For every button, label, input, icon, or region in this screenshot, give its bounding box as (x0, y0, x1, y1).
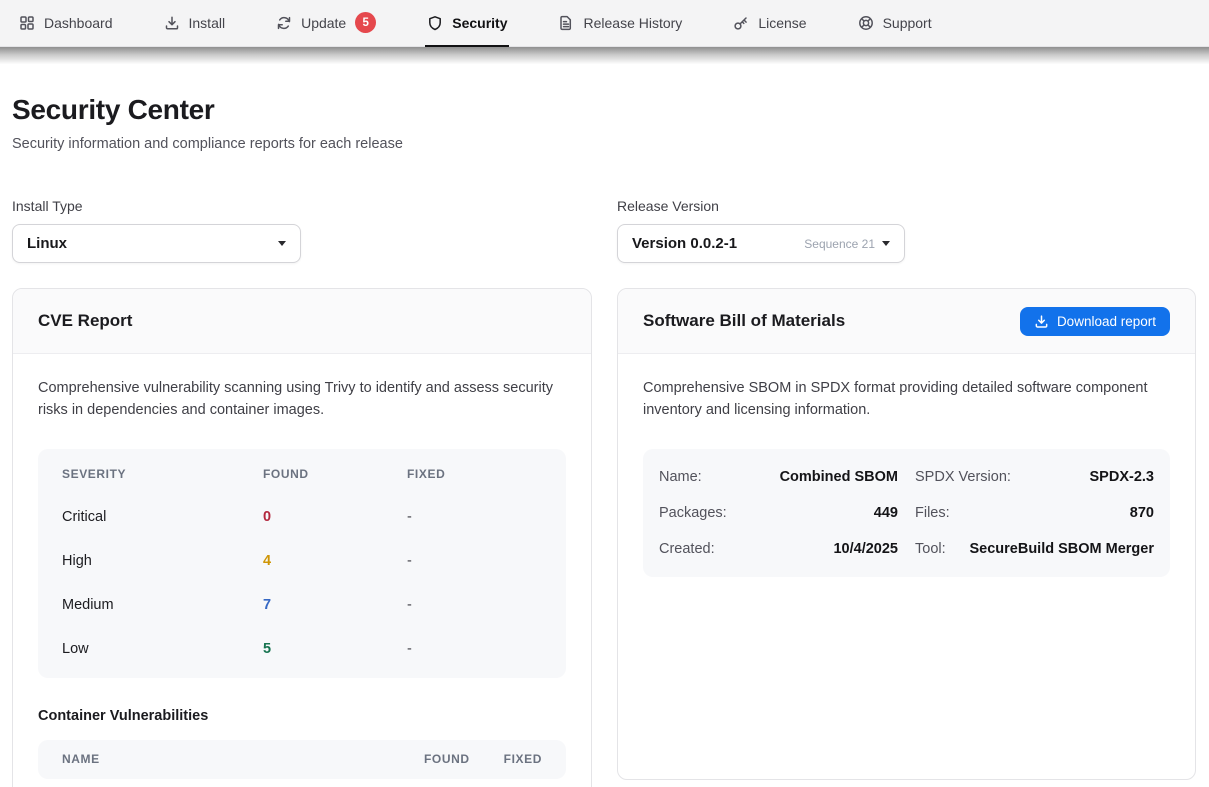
nav-tab-label: Release History (583, 15, 682, 31)
severity-found-value: 5 (263, 641, 407, 657)
sbom-info-packages: Packages: 449 (659, 495, 898, 531)
info-value: 10/4/2025 (833, 541, 898, 557)
container-vuln-table-header: NAME FOUND FIXED (38, 740, 566, 779)
release-sequence-label: Sequence 21 (804, 237, 875, 251)
chevron-down-icon (278, 241, 286, 246)
fixed-col-header: FIXED (504, 752, 542, 766)
severity-col-header: SEVERITY (62, 467, 263, 481)
severity-row-low: Low 5 - (62, 641, 542, 657)
nav-tab-update[interactable]: Update 5 (274, 0, 378, 47)
nav-tab-release-history[interactable]: Release History (556, 0, 684, 47)
severity-found-value: 7 (263, 597, 407, 613)
severity-fixed-value: - (407, 509, 542, 525)
info-label: SPDX Version: (915, 469, 1011, 485)
sbom-info-files: Files: 870 (915, 495, 1154, 531)
sbom-info-name: Name: Combined SBOM (659, 459, 898, 495)
severity-table-header: SEVERITY FOUND FIXED (62, 467, 542, 481)
info-value: 870 (1130, 505, 1154, 521)
severity-name: Critical (62, 509, 263, 525)
nav-tab-label: Security (452, 15, 507, 31)
chevron-down-icon (882, 241, 890, 246)
nav-tab-support[interactable]: Support (856, 0, 934, 47)
download-icon (1034, 314, 1049, 329)
severity-fixed-value: - (407, 597, 542, 613)
severity-found-value: 4 (263, 553, 407, 569)
sbom-info-created: Created: 10/4/2025 (659, 531, 898, 567)
release-version-filter: Release Version Version 0.0.2-1 Sequence… (617, 198, 1196, 263)
sbom-title: Software Bill of Materials (643, 311, 845, 331)
severity-table: SEVERITY FOUND FIXED Critical 0 - High 4… (38, 449, 566, 678)
nav-tab-security[interactable]: Security (425, 0, 509, 47)
top-nav: Dashboard Install Update 5 Security (0, 0, 1209, 47)
download-icon (164, 15, 180, 31)
severity-fixed-value: - (407, 641, 542, 657)
security-center-page: Security Center Security information and… (0, 94, 1209, 787)
nav-tab-label: Dashboard (44, 15, 113, 31)
nav-tab-label: Install (189, 15, 226, 31)
severity-row-high: High 4 - (62, 553, 542, 569)
release-version-value: Version 0.0.2-1 (632, 235, 804, 252)
info-label: Created: (659, 541, 715, 557)
sbom-header: Software Bill of Materials Download repo… (618, 289, 1195, 354)
sbom-body: Comprehensive SBOM in SPDX format provid… (618, 354, 1195, 601)
info-label: Files: (915, 505, 950, 521)
dashboard-grid-icon (19, 15, 35, 31)
nav-tab-install[interactable]: Install (162, 0, 228, 47)
document-icon (558, 15, 574, 31)
install-type-select[interactable]: Linux (12, 224, 301, 263)
download-report-button[interactable]: Download report (1020, 307, 1170, 336)
refresh-icon (276, 15, 292, 31)
info-value: SecureBuild SBOM Merger (969, 541, 1154, 557)
cve-report-body: Comprehensive vulnerability scanning usi… (13, 354, 591, 787)
info-label: Tool: (915, 541, 946, 557)
info-label: Packages: (659, 505, 727, 521)
cve-report-title: CVE Report (38, 311, 132, 331)
info-value: Combined SBOM (780, 469, 898, 485)
found-col-header: FOUND (424, 752, 470, 766)
container-vulnerabilities-title: Container Vulnerabilities (38, 708, 566, 724)
severity-name: Low (62, 641, 263, 657)
install-type-value: Linux (27, 235, 278, 252)
cve-report-card: CVE Report Comprehensive vulnerability s… (12, 288, 592, 787)
key-icon (733, 15, 749, 31)
release-version-label: Release Version (617, 198, 1196, 214)
sbom-info-grid: Name: Combined SBOM SPDX Version: SPDX-2… (643, 449, 1170, 577)
severity-found-value: 0 (263, 509, 407, 525)
lifebuoy-icon (858, 15, 874, 31)
page-title: Security Center (12, 94, 1197, 126)
install-type-label: Install Type (12, 198, 592, 214)
severity-fixed-value: - (407, 553, 542, 569)
page-subtitle: Security information and compliance repo… (12, 136, 1197, 152)
nav-tab-dashboard[interactable]: Dashboard (17, 0, 115, 47)
severity-name: Medium (62, 597, 263, 613)
cve-report-description: Comprehensive vulnerability scanning usi… (38, 378, 566, 422)
name-col-header: NAME (62, 752, 424, 766)
severity-name: High (62, 553, 263, 569)
release-version-select[interactable]: Version 0.0.2-1 Sequence 21 (617, 224, 905, 263)
info-label: Name: (659, 469, 702, 485)
update-count-badge: 5 (355, 12, 376, 33)
found-col-header: FOUND (263, 467, 407, 481)
nav-tab-label: Support (883, 15, 932, 31)
shield-icon (427, 15, 443, 31)
nav-tab-label: License (758, 15, 806, 31)
content-scroll-shadow (0, 47, 1209, 64)
info-value: SPDX-2.3 (1090, 469, 1154, 485)
filters-row: Install Type Linux Release Version Versi… (12, 198, 1197, 263)
sbom-card: Software Bill of Materials Download repo… (617, 288, 1196, 780)
nav-tab-license[interactable]: License (731, 0, 808, 47)
download-report-label: Download report (1057, 314, 1156, 329)
install-type-filter: Install Type Linux (12, 198, 592, 263)
sbom-info-tool: Tool: SecureBuild SBOM Merger (915, 531, 1154, 567)
fixed-col-header: FIXED (407, 467, 542, 481)
info-value: 449 (874, 505, 898, 521)
report-cards: CVE Report Comprehensive vulnerability s… (12, 288, 1197, 787)
severity-row-medium: Medium 7 - (62, 597, 542, 613)
severity-row-critical: Critical 0 - (62, 509, 542, 525)
cve-report-header: CVE Report (13, 289, 591, 354)
nav-tab-label: Update (301, 15, 346, 31)
sbom-info-spdx-version: SPDX Version: SPDX-2.3 (915, 459, 1154, 495)
sbom-description: Comprehensive SBOM in SPDX format provid… (643, 378, 1170, 422)
